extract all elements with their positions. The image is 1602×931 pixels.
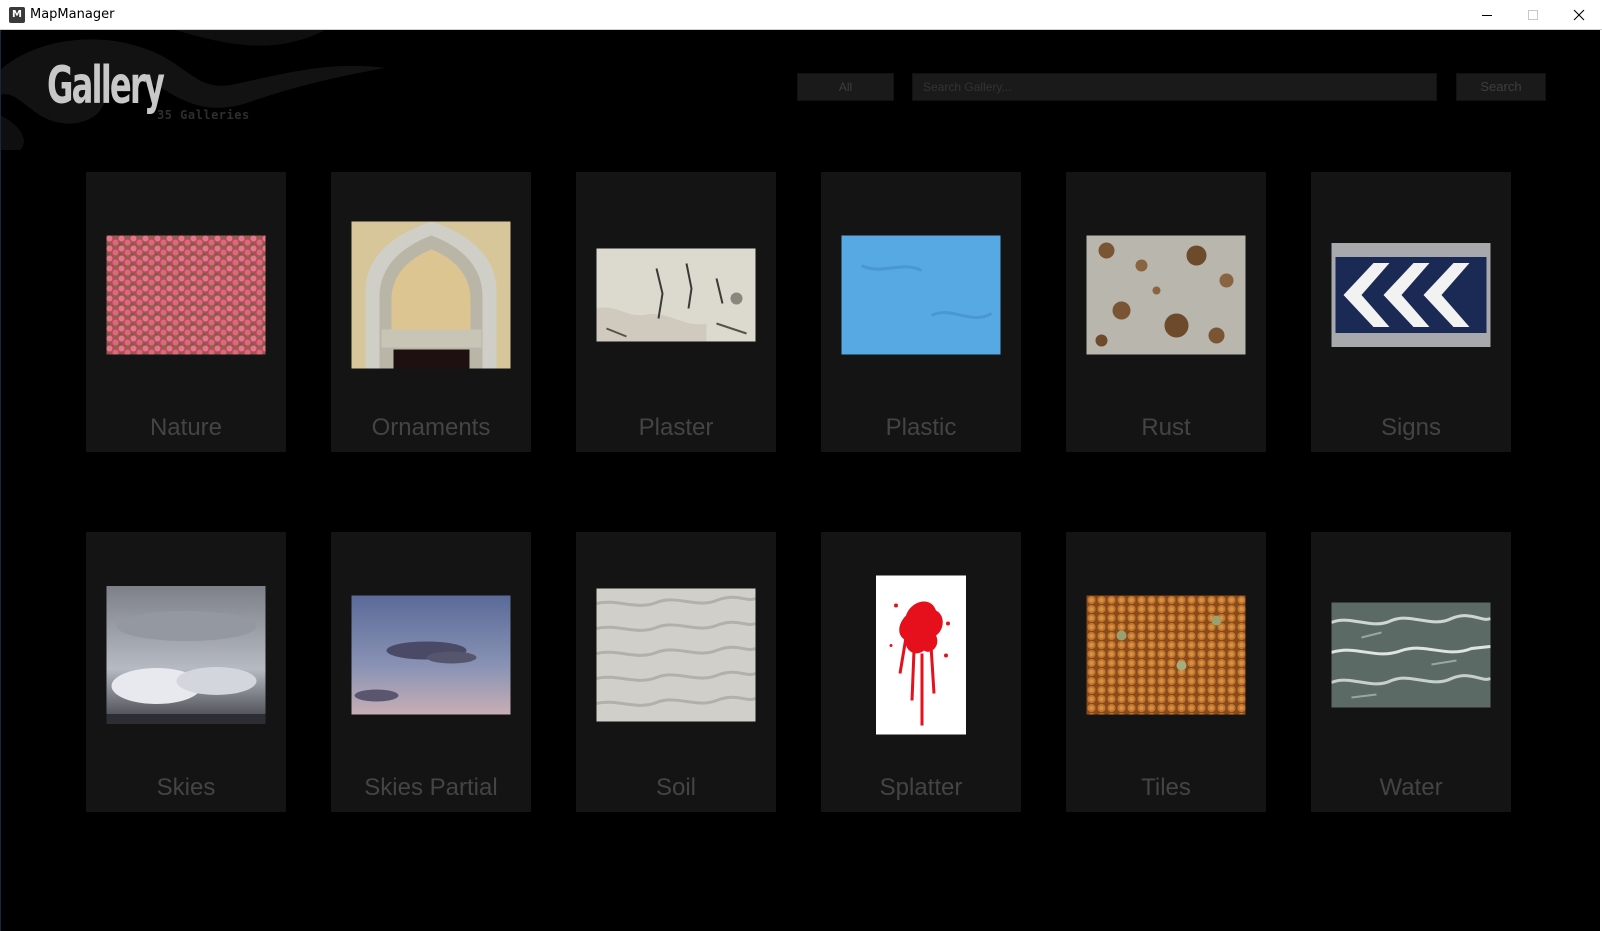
gallery-window: Gallery 35 Galleries All Search Nature (0, 30, 1602, 931)
gallery-card-plaster[interactable]: Plaster (576, 172, 776, 452)
gallery-label: Skies Partial (364, 774, 498, 801)
window-title: MapManager (30, 7, 115, 22)
gallery-card-soil[interactable]: Soil (576, 532, 776, 812)
gallery-thumbnail (1086, 595, 1246, 715)
gallery-card-skies-partial[interactable]: Skies Partial (331, 532, 531, 812)
gallery-card-skies[interactable]: Skies (86, 532, 286, 812)
gallery-thumbnail (1331, 243, 1491, 347)
minimize-icon (1482, 15, 1492, 16)
category-filter-button[interactable]: All (797, 73, 894, 101)
gallery-card-tiles[interactable]: Tiles (1066, 532, 1266, 812)
close-button[interactable] (1556, 0, 1602, 30)
gallery-logo: Gallery (47, 56, 165, 116)
gallery-thumbnail (1086, 235, 1246, 355)
search-button[interactable]: Search (1456, 73, 1546, 101)
gallery-card-nature[interactable]: Nature (86, 172, 286, 452)
gothic-arch-image (351, 221, 511, 369)
window-border-left (0, 30, 1, 931)
gallery-label: Plaster (638, 414, 714, 441)
gallery-label: Splatter (879, 774, 963, 801)
gallery-thumbnail (351, 595, 511, 715)
close-icon (1573, 9, 1585, 21)
sand-ripples-image (596, 588, 756, 722)
gallery-label: Ornaments (371, 414, 491, 441)
maximize-button[interactable] (1510, 0, 1556, 30)
gallery-label: Soil (655, 774, 697, 801)
gallery-thumbnail (106, 235, 266, 355)
plaster-wall-image (596, 248, 756, 342)
ocean-waves-image (1331, 602, 1491, 708)
gallery-thumbnail (841, 235, 1001, 355)
gallery-thumbnail (596, 588, 756, 722)
gallery-label: Tiles (1141, 774, 1191, 801)
gallery-card-splatter[interactable]: Splatter (821, 532, 1021, 812)
pink-flowers-image (106, 235, 266, 355)
cloudy-sky-image (106, 586, 266, 724)
gallery-card-rust[interactable]: Rust (1066, 172, 1266, 452)
gallery-thumbnail (106, 586, 266, 724)
gallery-card-plastic[interactable]: Plastic (821, 172, 1021, 452)
gallery-label: Nature (149, 414, 223, 441)
dusk-sky-image (351, 595, 511, 715)
app-icon: M (9, 7, 25, 23)
blue-plastic-image (841, 235, 1001, 355)
gallery-label: Plastic (885, 414, 957, 441)
gallery-label: Rust (1141, 414, 1191, 441)
gallery-thumbnail (876, 575, 966, 735)
red-splatter-image (876, 575, 966, 735)
gallery-card-ornaments[interactable]: Ornaments (331, 172, 531, 452)
gallery-thumbnail (351, 221, 511, 369)
chevron-sign-image (1331, 243, 1491, 347)
minimize-button[interactable] (1464, 0, 1510, 30)
gallery-thumbnail (596, 248, 756, 342)
gallery-label: Skies (156, 774, 216, 801)
gallery-count: 35 Galleries (157, 108, 250, 122)
gallery-thumbnail (1331, 602, 1491, 708)
maximize-icon (1528, 10, 1538, 20)
hex-tiles-image (1086, 595, 1246, 715)
gallery-card-water[interactable]: Water (1311, 532, 1511, 812)
gallery-label: Signs (1380, 414, 1442, 441)
gallery-card-signs[interactable]: Signs (1311, 172, 1511, 452)
title-bar: M MapManager (0, 0, 1602, 30)
gallery-label: Water (1379, 774, 1443, 801)
rusted-metal-image (1086, 235, 1246, 355)
search-input[interactable] (912, 73, 1437, 101)
